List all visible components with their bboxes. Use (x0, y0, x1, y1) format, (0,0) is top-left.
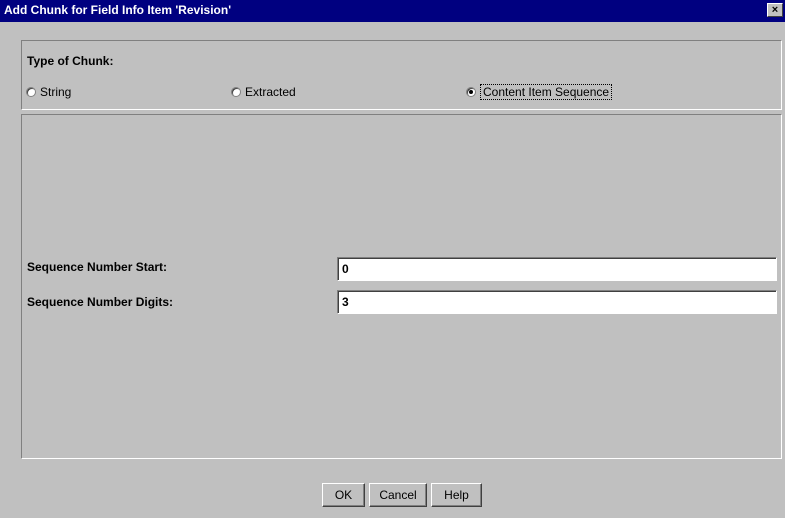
dialog-title: Add Chunk for Field Info Item 'Revision' (4, 3, 232, 17)
close-button[interactable]: × (767, 3, 783, 17)
radio-extracted-label: Extracted (245, 85, 296, 99)
ok-button[interactable]: OK (322, 483, 365, 507)
close-icon: × (771, 4, 779, 16)
sequence-settings-panel (21, 114, 782, 459)
radio-content-item-sequence-label: Content Item Sequence (480, 84, 613, 100)
radio-string-label: String (40, 85, 72, 99)
help-button[interactable]: Help (431, 483, 482, 507)
chunk-type-label: Type of Chunk: (27, 54, 114, 68)
radio-string[interactable]: String (26, 84, 71, 100)
radio-unchecked-icon (231, 87, 241, 97)
sequence-digits-label: Sequence Number Digits: (27, 295, 174, 309)
sequence-start-label: Sequence Number Start: (27, 260, 168, 274)
radio-unchecked-icon (26, 87, 36, 97)
sequence-start-input[interactable] (337, 257, 777, 281)
radio-checked-icon (466, 87, 476, 97)
title-bar: Add Chunk for Field Info Item 'Revision'… (0, 0, 785, 22)
sequence-digits-input[interactable] (337, 290, 777, 314)
cancel-button[interactable]: Cancel (369, 483, 427, 507)
add-chunk-dialog: Add Chunk for Field Info Item 'Revision'… (0, 0, 785, 518)
radio-content-item-sequence[interactable]: Content Item Sequence (466, 84, 613, 100)
chunk-type-group (21, 40, 782, 110)
radio-extracted[interactable]: Extracted (231, 84, 296, 100)
